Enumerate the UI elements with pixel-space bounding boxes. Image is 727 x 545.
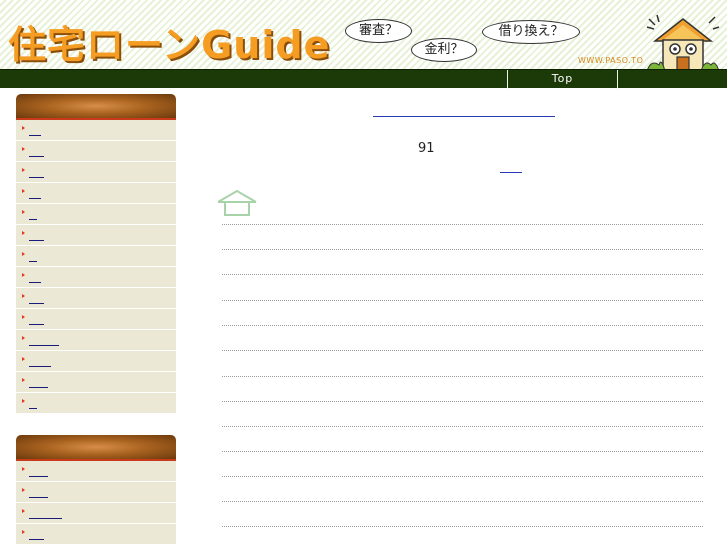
sidebar-item[interactable] [16, 183, 176, 204]
bullet-arrow-icon [22, 294, 25, 298]
bullet-arrow-icon [22, 336, 25, 340]
sidebar-link[interactable] [29, 518, 62, 519]
sidebar-link[interactable] [29, 198, 41, 199]
divider-line [222, 274, 703, 275]
small-link[interactable] [500, 172, 522, 173]
site-header: 住宅ローンGuide 審査？ 金利？ 借り換え？ WWW.PASO.TO [0, 0, 727, 71]
sidebar-item[interactable] [16, 162, 176, 183]
nav-bar: Top [0, 69, 727, 89]
site-url: WWW.PASO.TO [578, 56, 644, 65]
bullet-arrow-icon [22, 273, 25, 277]
bullet-arrow-icon [22, 315, 25, 319]
sidebar-link[interactable] [29, 282, 41, 283]
sidebar-link[interactable] [29, 345, 59, 346]
sidebar-item[interactable] [16, 267, 176, 288]
sidebar-item[interactable] [16, 503, 176, 524]
sidebar-menu-2 [16, 461, 176, 545]
bullet-arrow-icon [22, 252, 25, 256]
divider-line [222, 401, 703, 402]
sidebar-link[interactable] [29, 324, 44, 325]
sidebar-item[interactable] [16, 524, 176, 545]
sidebar-item[interactable] [16, 351, 176, 372]
sidebar-link[interactable] [29, 219, 37, 220]
sidebar-menu [16, 120, 176, 414]
sidebar-box-header [16, 435, 176, 461]
sidebar-box-2 [16, 435, 176, 545]
divider-line [222, 300, 703, 301]
sidebar-item[interactable] [16, 461, 176, 482]
sidebar-link[interactable] [29, 497, 48, 498]
main-content: 91 [190, 88, 727, 545]
sidebar-link[interactable] [29, 261, 37, 262]
sidebar-item[interactable] [16, 246, 176, 267]
title-link[interactable] [373, 116, 555, 117]
bullet-arrow-icon [22, 509, 25, 513]
sidebar-link[interactable] [29, 156, 44, 157]
bubble-shinsa[interactable]: 審査？ [345, 19, 412, 43]
bullet-arrow-icon [22, 126, 25, 130]
bullet-arrow-icon [22, 399, 25, 403]
sidebar-link[interactable] [29, 240, 44, 241]
bullet-arrow-icon [22, 530, 25, 534]
house-mascot-icon [646, 14, 720, 71]
bullet-arrow-icon [22, 168, 25, 172]
sidebar-item[interactable] [16, 309, 176, 330]
sidebar-link[interactable] [29, 177, 44, 178]
sidebar-link[interactable] [29, 135, 41, 136]
divider-line [222, 476, 703, 477]
house-outline-icon [217, 189, 257, 216]
sidebar-box-header [16, 94, 176, 120]
sidebar-link[interactable] [29, 387, 48, 388]
bullet-arrow-icon [22, 467, 25, 471]
sidebar-item[interactable] [16, 482, 176, 503]
nav-separator [617, 70, 618, 89]
sidebar-item[interactable] [16, 204, 176, 225]
nav-top-link[interactable]: Top [508, 71, 617, 88]
divider-line [222, 426, 703, 427]
sidebar-link[interactable] [29, 366, 51, 367]
bullet-arrow-icon [22, 147, 25, 151]
divider-line [222, 376, 703, 377]
sidebar-link[interactable] [29, 539, 44, 540]
bubble-karikae[interactable]: 借り換え？ [482, 20, 580, 44]
sidebar-item[interactable] [16, 141, 176, 162]
divider-line [222, 350, 703, 351]
sidebar-item[interactable] [16, 330, 176, 351]
sidebar-item[interactable] [16, 225, 176, 246]
bullet-arrow-icon [22, 488, 25, 492]
sidebar-item[interactable] [16, 120, 176, 141]
sidebar-item[interactable] [16, 393, 176, 414]
bullet-arrow-icon [22, 357, 25, 361]
bullet-arrow-icon [22, 189, 25, 193]
site-logo[interactable]: 住宅ローンGuide [8, 14, 330, 69]
sidebar-link[interactable] [29, 303, 44, 304]
divider-line [222, 526, 703, 527]
divider-line [222, 451, 703, 452]
count-text: 91 [418, 141, 435, 156]
sidebar [16, 94, 176, 545]
bullet-arrow-icon [22, 231, 25, 235]
sidebar-item[interactable] [16, 372, 176, 393]
bullet-arrow-icon [22, 378, 25, 382]
sidebar-link[interactable] [29, 476, 48, 477]
divider-line [222, 249, 703, 250]
bullet-arrow-icon [22, 210, 25, 214]
divider-line [222, 325, 703, 326]
sidebar-item[interactable] [16, 288, 176, 309]
divider-line [222, 501, 703, 502]
bubble-kinri[interactable]: 金利？ [411, 38, 477, 62]
sidebar-link[interactable] [29, 408, 37, 409]
divider-line [222, 224, 703, 225]
